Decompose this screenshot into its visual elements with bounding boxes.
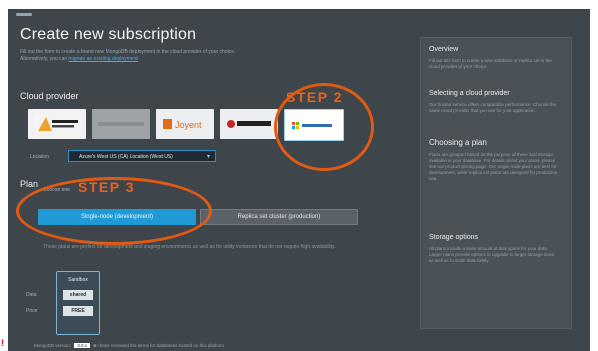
tier-price: FREE — [63, 306, 93, 316]
tier-storage: shared — [63, 290, 93, 300]
provider-joyent[interactable]: Joyent — [156, 109, 214, 139]
joyent-logo-icon: Joyent — [163, 119, 202, 130]
rackspace-logo-icon — [227, 120, 271, 128]
plan-heading: Plan — [20, 179, 39, 189]
sandbox-tier-card[interactable]: Sandbox shared FREE — [56, 271, 100, 335]
provider-google[interactable] — [92, 109, 150, 139]
terms-text: I have reviewed the terms for databases … — [97, 343, 225, 348]
migrate-link[interactable]: migrate an existing deployment — [69, 56, 138, 62]
terms-checkbox[interactable]: ■ — [93, 343, 96, 348]
sidebar-heading-plan: Choosing a plan — [429, 138, 487, 147]
aws-logo-icon — [33, 114, 81, 134]
plan-replica-set-button[interactable]: Replica set cluster (production) — [200, 209, 358, 225]
sidebar-heading-overview: Overview — [429, 46, 459, 53]
provider-rackspace[interactable] — [220, 109, 278, 139]
price-row-label: Price — [26, 308, 38, 314]
location-select[interactable]: Azure's West US (CA) Location (West US) … — [68, 150, 216, 162]
version-select[interactable]: 3.0.x — [74, 343, 91, 348]
chevron-down-icon: ▾ — [206, 154, 210, 160]
page-title: Create new subscription — [20, 26, 197, 43]
cloud-provider-heading: Cloud provider — [20, 91, 79, 101]
sidebar-text-provider: Our hosted service offers comparable per… — [429, 102, 556, 113]
location-value: Azure's West US (CA) Location (West US) — [79, 154, 173, 160]
version-label: MongoDB version: — [34, 343, 72, 348]
plan-description: These plans are perfect for development … — [43, 244, 336, 250]
help-sidebar: Overview Fill out this form to create a … — [420, 37, 572, 329]
gcp-logo-icon — [98, 122, 144, 126]
tier-name: Sandbox — [68, 277, 88, 283]
corner-mark: ! — [1, 338, 4, 348]
app-window: Create new subscription Fill out the for… — [8, 9, 590, 351]
logo-mark[interactable] — [16, 13, 32, 16]
sidebar-text-overview: Fill out this form to create a new datab… — [429, 58, 552, 69]
sidebar-text-plan: Plans are grouped based on the purpose o… — [429, 152, 558, 181]
location-label: Location — [30, 154, 49, 160]
footer-bar: MongoDB version: 3.0.x ■ I have reviewed… — [34, 343, 224, 348]
sidebar-heading-storage: Storage options — [429, 234, 479, 241]
provider-aws[interactable] — [28, 109, 86, 139]
svg-text:Joyent: Joyent — [175, 120, 202, 130]
storage-row-label: Data — [26, 292, 37, 298]
step2-label: STEP 2 — [286, 89, 343, 105]
sidebar-heading-provider: Selecting a cloud provider — [429, 90, 510, 97]
sidebar-text-storage: All plans include a base amount of disk … — [429, 246, 556, 263]
step3-label: STEP 3 — [78, 179, 135, 195]
intro-text: Fill out the form to create a brand new … — [20, 49, 260, 63]
